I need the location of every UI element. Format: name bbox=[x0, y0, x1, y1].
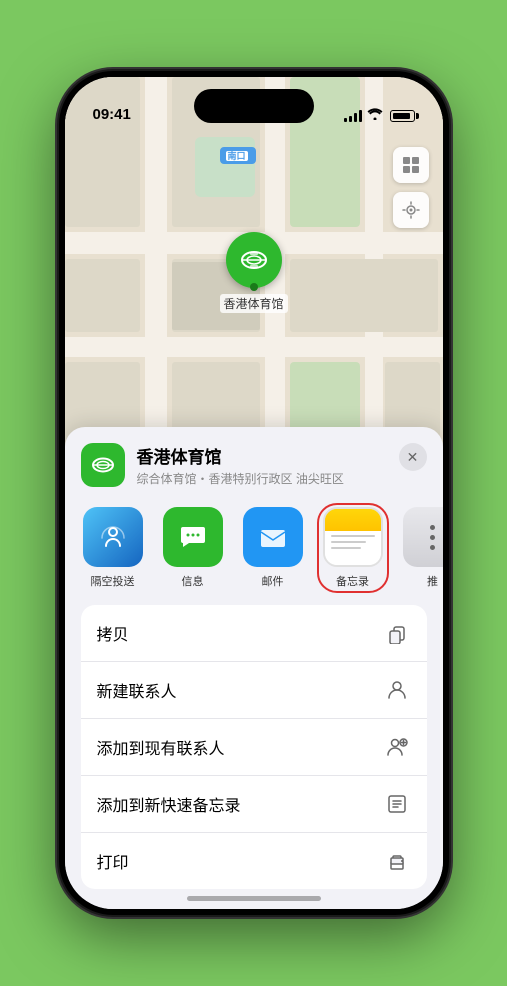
note-icon bbox=[383, 790, 411, 818]
pin-label: 香港体育馆 bbox=[220, 294, 288, 313]
venue-subtitle: 综合体育馆・香港特别行政区 油尖旺区 bbox=[137, 470, 427, 487]
map-north-exit-label: 南口 bbox=[220, 147, 256, 164]
home-indicator bbox=[187, 896, 321, 901]
close-button[interactable]: ✕ bbox=[399, 443, 427, 471]
venue-info: 香港体育馆 综合体育馆・香港特别行政区 油尖旺区 bbox=[137, 443, 427, 487]
messages-icon-wrap bbox=[163, 507, 223, 567]
status-time: 09:41 bbox=[93, 106, 131, 123]
action-print[interactable]: 打印 bbox=[81, 833, 427, 889]
action-copy[interactable]: 拷贝 bbox=[81, 605, 427, 662]
map-controls[interactable] bbox=[393, 147, 429, 228]
action-new-contact-label: 新建联系人 bbox=[97, 678, 177, 702]
messages-label: 信息 bbox=[182, 573, 204, 589]
action-copy-label: 拷贝 bbox=[97, 621, 129, 645]
share-item-notes[interactable]: 备忘录 bbox=[321, 507, 385, 589]
share-item-more[interactable]: 推 bbox=[401, 507, 443, 589]
copy-icon bbox=[383, 619, 411, 647]
status-icons bbox=[344, 108, 415, 123]
notes-icon-wrap bbox=[323, 507, 383, 567]
mail-label: 邮件 bbox=[262, 573, 284, 589]
person-icon bbox=[383, 676, 411, 704]
share-item-mail[interactable]: 邮件 bbox=[241, 507, 305, 589]
action-quick-note[interactable]: 添加到新快速备忘录 bbox=[81, 776, 427, 833]
action-list: 拷贝 新建联系人 bbox=[81, 605, 427, 889]
share-item-messages[interactable]: 信息 bbox=[161, 507, 225, 589]
mail-icon-wrap bbox=[243, 507, 303, 567]
map-type-button[interactable] bbox=[393, 147, 429, 183]
more-label: 推 bbox=[427, 573, 438, 589]
venue-name: 香港体育馆 bbox=[137, 443, 427, 468]
airdrop-icon-wrap bbox=[83, 507, 143, 567]
action-new-contact[interactable]: 新建联系人 bbox=[81, 662, 427, 719]
venue-header: 香港体育馆 综合体育馆・香港特别行政区 油尖旺区 ✕ bbox=[65, 427, 443, 499]
action-print-label: 打印 bbox=[97, 849, 129, 873]
notes-label: 备忘录 bbox=[336, 573, 369, 589]
stadium-pin[interactable]: 香港体育馆 bbox=[220, 232, 288, 313]
print-icon bbox=[383, 847, 411, 875]
person-add-icon bbox=[383, 733, 411, 761]
signal-icon bbox=[344, 110, 362, 122]
pin-circle bbox=[226, 232, 282, 288]
battery-icon bbox=[390, 110, 415, 122]
wifi-icon bbox=[367, 108, 383, 123]
share-row: 隔空投送 信息 bbox=[65, 499, 443, 605]
share-item-airdrop[interactable]: 隔空投送 bbox=[81, 507, 145, 589]
bottom-sheet: 香港体育馆 综合体育馆・香港特别行政区 油尖旺区 ✕ 隔空 bbox=[65, 427, 443, 909]
venue-icon bbox=[81, 443, 125, 487]
location-button[interactable] bbox=[393, 192, 429, 228]
action-add-existing[interactable]: 添加到现有联系人 bbox=[81, 719, 427, 776]
dynamic-island bbox=[194, 89, 314, 123]
stadium-icon bbox=[238, 244, 270, 276]
more-icon-wrap bbox=[403, 507, 443, 567]
action-quick-note-label: 添加到新快速备忘录 bbox=[97, 792, 241, 816]
airdrop-label: 隔空投送 bbox=[91, 573, 135, 589]
action-add-existing-label: 添加到现有联系人 bbox=[97, 735, 225, 759]
